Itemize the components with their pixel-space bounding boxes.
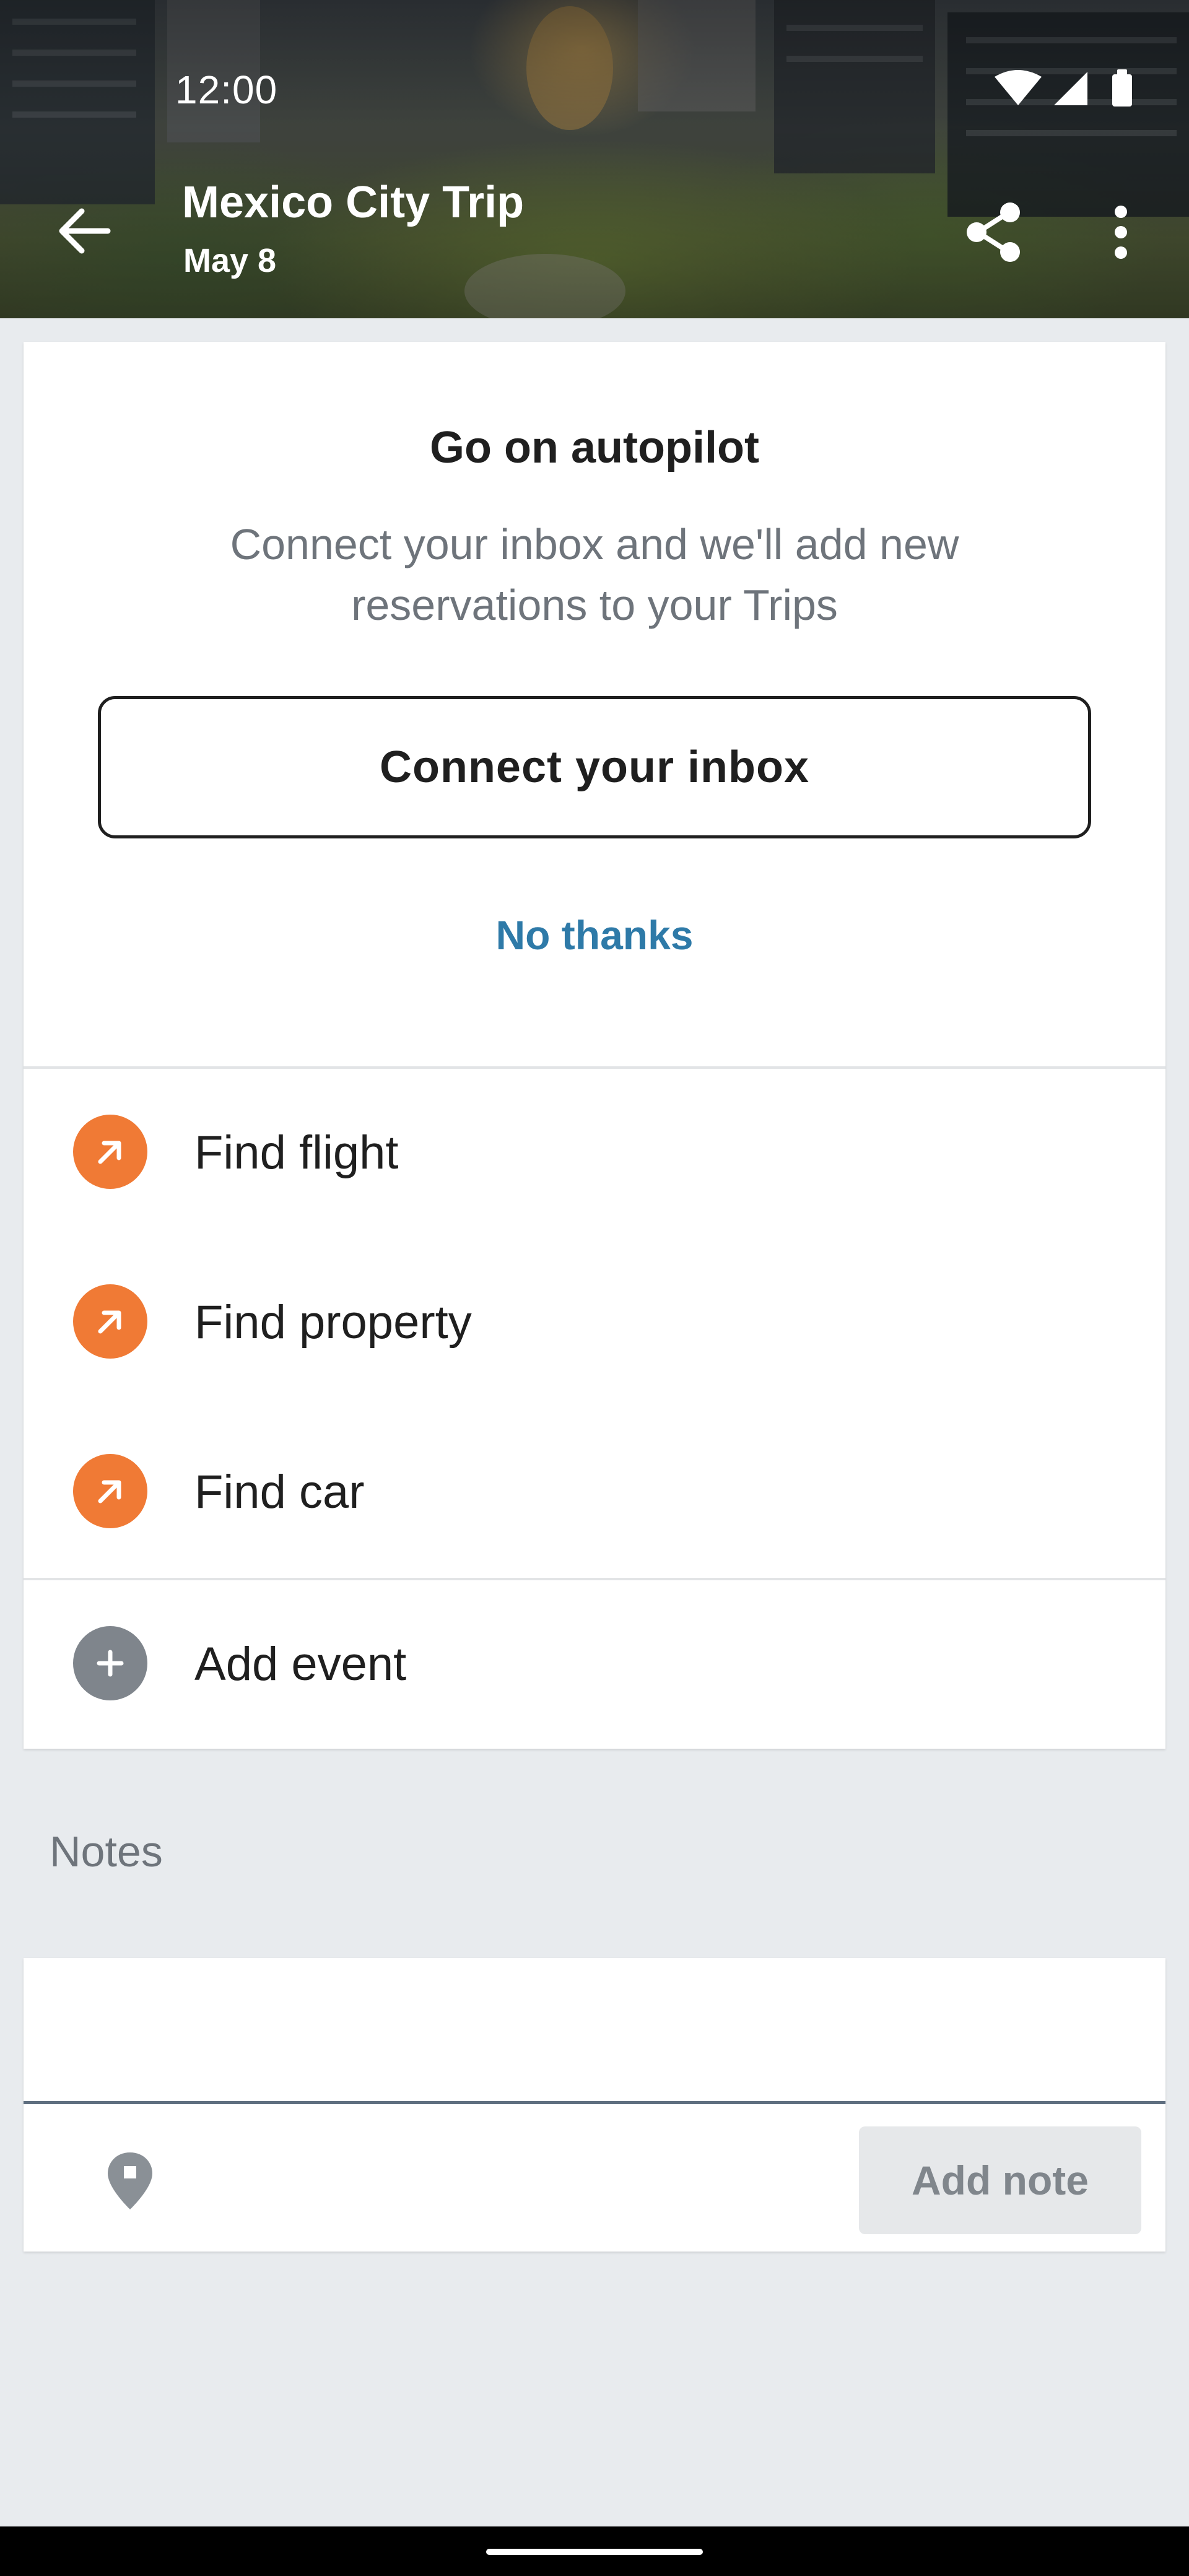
trip-header: 12:00 Mexico City Trip May 8 <box>0 0 1189 318</box>
plus-icon <box>73 1626 147 1700</box>
signal-icon <box>1054 72 1087 105</box>
autopilot-title: Go on autopilot <box>430 423 759 472</box>
arrow-back-icon <box>59 208 111 254</box>
trip-card: Go on autopilot Connect your inbox and w… <box>24 342 1165 1749</box>
arrow-up-right-icon <box>73 1284 147 1359</box>
status-time: 12:00 <box>175 67 278 112</box>
back-button[interactable] <box>50 197 118 265</box>
notes-card: Add note <box>24 1958 1165 2252</box>
arrow-up-right-icon <box>73 1454 147 1528</box>
find-flight-row[interactable]: Find flight <box>24 1069 1165 1236</box>
arrow-up-right-icon <box>73 1115 147 1189</box>
notes-heading: Notes <box>50 1827 163 1876</box>
trip-title: Mexico City Trip <box>182 178 525 227</box>
add-note-button[interactable]: Add note <box>859 2126 1141 2234</box>
find-property-label: Find property <box>194 1296 472 1349</box>
share-button[interactable] <box>960 198 1028 266</box>
find-flight-label: Find flight <box>194 1126 399 1179</box>
share-icon <box>967 202 1020 262</box>
find-property-row[interactable]: Find property <box>24 1238 1165 1406</box>
add-event-row[interactable]: Add event <box>24 1580 1165 1747</box>
wifi-icon <box>995 70 1042 105</box>
more-options-button[interactable] <box>1090 198 1152 266</box>
find-car-row[interactable]: Find car <box>24 1408 1165 1575</box>
header-shade <box>0 0 1189 318</box>
location-pin-icon <box>108 2152 152 2209</box>
status-icons <box>995 68 1137 108</box>
location-pin-button[interactable] <box>93 2144 167 2218</box>
connect-inbox-button[interactable]: Connect your inbox <box>98 696 1091 838</box>
home-indicator[interactable] <box>486 2549 703 2555</box>
system-nav-bar <box>0 2526 1189 2576</box>
trip-date: May 8 <box>183 242 277 279</box>
note-input[interactable] <box>24 1958 1165 2104</box>
autopilot-description: Connect your inbox and we'll add new res… <box>230 520 959 629</box>
more-vert-icon <box>1115 206 1127 259</box>
find-car-label: Find car <box>194 1466 365 1518</box>
battery-icon <box>1112 69 1132 107</box>
no-thanks-link[interactable]: No thanks <box>24 912 1165 959</box>
add-event-label: Add event <box>194 1638 407 1690</box>
